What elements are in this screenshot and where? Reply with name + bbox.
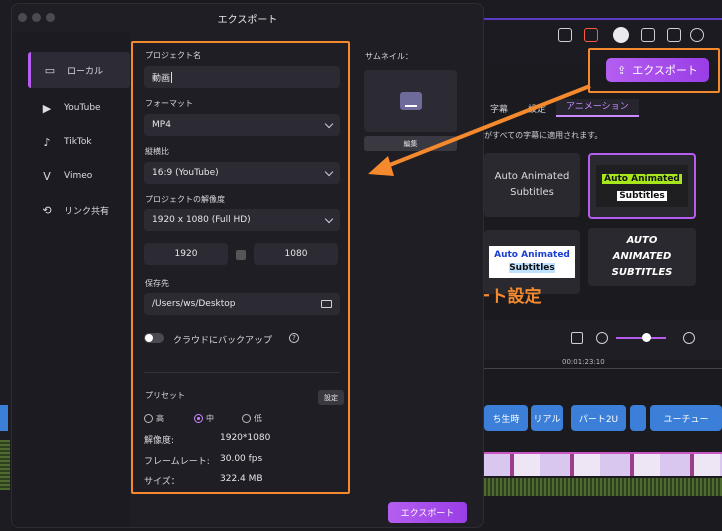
arrow-shaft	[381, 84, 591, 170]
screen: ⇪ エクスポート 字幕 設定 アニメーション がすべての字幕に適用されます。 A…	[0, 0, 722, 531]
annotation-arrow	[368, 84, 591, 176]
arrow-head	[368, 156, 394, 176]
